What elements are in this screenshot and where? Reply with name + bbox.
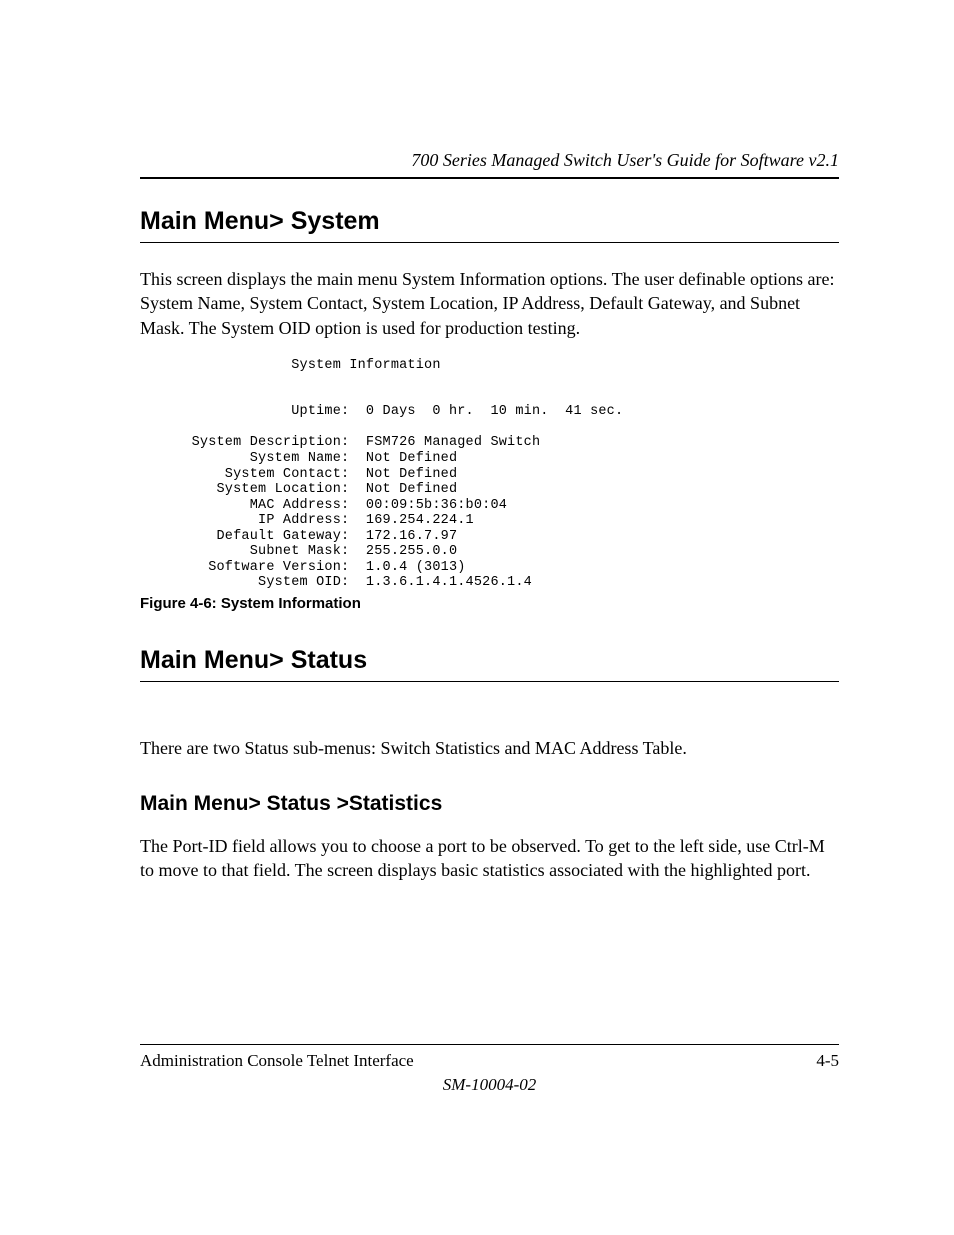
paragraph-status-intro: There are two Status sub-menus: Switch S… [140,736,839,760]
heading-main-menu-status: Main Menu> Status [140,646,839,675]
paragraph-statistics-intro: The Port-ID field allows you to choose a… [140,834,839,883]
section-rule-2 [140,681,839,682]
heading-main-menu-system: Main Menu> System [140,207,839,236]
footer-page-number: 4-5 [816,1051,839,1071]
heading-main-menu-status-statistics: Main Menu> Status >Statistics [140,792,839,816]
header-rule [140,177,839,179]
page-footer: Administration Console Telnet Interface … [140,1044,839,1095]
running-header: 700 Series Managed Switch User's Guide f… [140,150,839,171]
footer-doc-id: SM-10004-02 [140,1075,839,1095]
system-information-screenshot: System Information Uptime: 0 Days 0 hr. … [175,358,839,591]
footer-left: Administration Console Telnet Interface [140,1051,414,1071]
section-rule-1 [140,242,839,243]
paragraph-system-intro: This screen displays the main menu Syste… [140,267,839,340]
page: 700 Series Managed Switch User's Guide f… [0,0,954,1235]
figure-caption: Figure 4-6: System Information [140,595,839,612]
footer-rule [140,1044,839,1045]
